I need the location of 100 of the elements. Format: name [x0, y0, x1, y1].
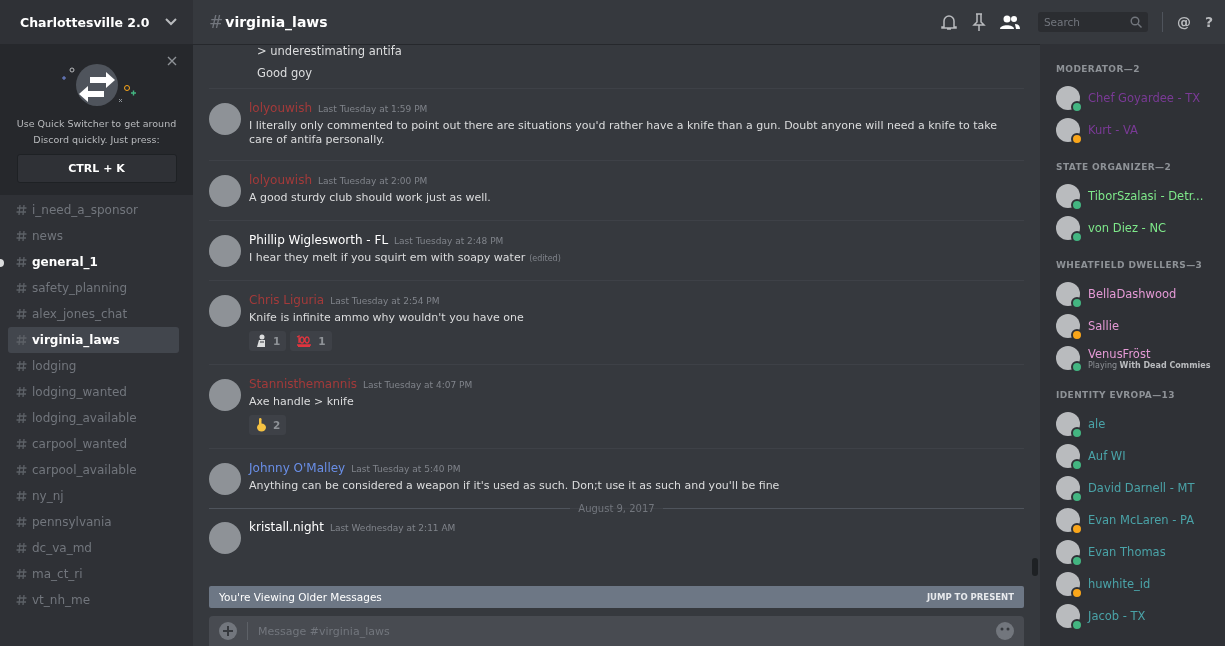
channel-item[interactable]: lodging_available [8, 405, 179, 431]
close-icon[interactable] [167, 56, 177, 66]
member-item[interactable]: Evan McLaren - PA [1056, 504, 1217, 536]
channel-item[interactable]: lodging [8, 353, 179, 379]
member-name: Kurt - VA [1088, 123, 1138, 137]
member-name: huwhite_id [1088, 577, 1151, 591]
author-name[interactable]: lolyouwish [249, 101, 313, 115]
message-text: A good sturdy club should work just as well. [249, 191, 491, 204]
author-name[interactable]: Phillip Wiglesworth - FL [249, 233, 389, 247]
timestamp: Last Wednesday at 2:11 AM [329, 523, 456, 533]
member-item[interactable]: BellaDashwood [1056, 278, 1217, 310]
avatar-placeholder [1056, 184, 1080, 208]
hash-icon [16, 204, 27, 216]
member-item[interactable]: Kurt - VA [1056, 114, 1217, 146]
avatar-placeholder [1056, 314, 1080, 338]
channel-title: virginia_laws [225, 14, 328, 30]
channel-item[interactable]: general_1 [8, 249, 179, 275]
plus-icon[interactable] [219, 622, 237, 640]
hash-icon [16, 282, 27, 294]
quick-switcher-hint: Use Quick Switcher to get around Discord quickly. Just press: [15, 117, 178, 147]
author-name[interactable]: kristall.night [249, 520, 324, 534]
avatar-placeholder [1056, 540, 1080, 564]
channel-item[interactable]: lodging_wanted [8, 379, 179, 405]
channel-item[interactable]: dc_va_md [8, 535, 179, 561]
author-name[interactable]: Chris Liguria [249, 293, 325, 307]
hash-icon [16, 438, 27, 450]
channel-item[interactable]: pennsylvania [8, 509, 179, 535]
member-group-title: IDENTITY EVROPA—13 [1056, 390, 1176, 400]
figure-icon [255, 334, 267, 348]
member-name: von Diez - NC [1088, 221, 1167, 235]
reaction-button[interactable]: 1 [290, 331, 332, 351]
message-text: > underestimating antifa [257, 44, 403, 58]
channel-item[interactable]: ma_ct_ri [8, 561, 179, 587]
member-item[interactable]: Jacob - TX [1056, 600, 1217, 632]
jump-to-present-link[interactable]: JUMP TO PRESENT [926, 592, 1014, 602]
timestamp: Last Tuesday at 4:07 PM [363, 380, 473, 390]
channel-item[interactable]: carpool_available [8, 457, 179, 483]
channel-item[interactable]: carpool_wanted [8, 431, 179, 457]
member-name: ale [1088, 417, 1106, 431]
avatar-placeholder[interactable] [209, 295, 241, 327]
member-item[interactable]: Sallie [1056, 310, 1217, 342]
member-group-title: MODERATOR—2 [1056, 64, 1141, 74]
member-item[interactable]: TiborSzalasi - Detr... [1056, 180, 1217, 212]
avatar-placeholder [1056, 346, 1080, 370]
member-item[interactable]: Auf WI [1056, 440, 1217, 472]
scrollbar-thumb[interactable] [1032, 558, 1038, 576]
channel-item[interactable]: virginia_laws [8, 327, 179, 353]
hash-symbol: # [209, 12, 224, 32]
emoji-icon[interactable] [996, 622, 1014, 640]
chevron-down-icon [165, 18, 177, 26]
mention-icon[interactable]: @ [1176, 14, 1191, 30]
avatar-placeholder [1056, 444, 1080, 468]
search-icon [1129, 16, 1142, 28]
banner-text: You're Viewing Older Messages [219, 591, 382, 603]
author-name[interactable]: lolyouwish [249, 173, 313, 187]
avatar-placeholder[interactable] [209, 463, 241, 495]
member-item[interactable]: huwhite_id [1056, 568, 1217, 600]
member-name: Chef Goyardee - TX [1088, 91, 1201, 105]
channel-item[interactable]: vt_nh_me [8, 587, 179, 613]
help-icon[interactable]: ? [1204, 14, 1213, 30]
search-field[interactable]: Search [1037, 12, 1148, 32]
avatar-placeholder[interactable] [209, 175, 241, 207]
avatar-placeholder [1056, 476, 1080, 500]
message-text: Good goy [257, 66, 314, 80]
channel-item[interactable]: alex_jones_chat [8, 301, 179, 327]
pointing-hand-icon [255, 418, 267, 432]
avatar-placeholder[interactable] [209, 522, 241, 554]
channel-item[interactable]: safety_planning [8, 275, 179, 301]
member-item[interactable]: Evan Thomas [1056, 536, 1217, 568]
avatar-placeholder [1056, 118, 1080, 142]
pin-icon[interactable] [971, 13, 986, 31]
reaction-button[interactable]: 2 [249, 415, 287, 435]
member-item[interactable]: David Darnell - MT [1056, 472, 1217, 504]
shortcut-button[interactable]: CTRL + K [16, 154, 177, 183]
hash-icon [16, 516, 27, 528]
hash-icon [16, 334, 27, 346]
timestamp: Last Tuesday at 2:48 PM [394, 236, 504, 246]
avatar-placeholder [1056, 216, 1080, 240]
member-name: VenusFröst [1088, 346, 1152, 361]
hash-icon [16, 542, 27, 554]
server-header[interactable]: Charlottesville 2.0 [0, 0, 193, 44]
avatar-placeholder[interactable] [209, 379, 241, 411]
author-name[interactable]: Johnny O'Malley [249, 461, 346, 475]
reaction-button[interactable]: 1 [249, 331, 287, 351]
member-item[interactable]: von Diez - NC [1056, 212, 1217, 244]
bell-icon[interactable] [939, 13, 958, 31]
timestamp: Last Tuesday at 1:59 PM [318, 104, 428, 114]
member-name: Evan Thomas [1088, 545, 1166, 559]
member-item[interactable]: VenusFröst Playing With Dead Commies [1056, 342, 1217, 374]
channel-item[interactable]: i_need_a_sponsor [8, 197, 179, 223]
member-item[interactable]: Chef Goyardee - TX [1056, 82, 1217, 114]
members-icon[interactable] [999, 14, 1020, 30]
author-name[interactable]: Stannisthemannis [249, 377, 357, 391]
avatar-placeholder [1056, 86, 1080, 110]
avatar-placeholder[interactable] [209, 103, 241, 135]
member-item[interactable]: ale [1056, 408, 1217, 440]
avatar-placeholder[interactable] [209, 235, 241, 267]
member-name: Jacob - TX [1088, 609, 1146, 623]
channel-item[interactable]: ny_nj [8, 483, 179, 509]
channel-item[interactable]: news [8, 223, 179, 249]
